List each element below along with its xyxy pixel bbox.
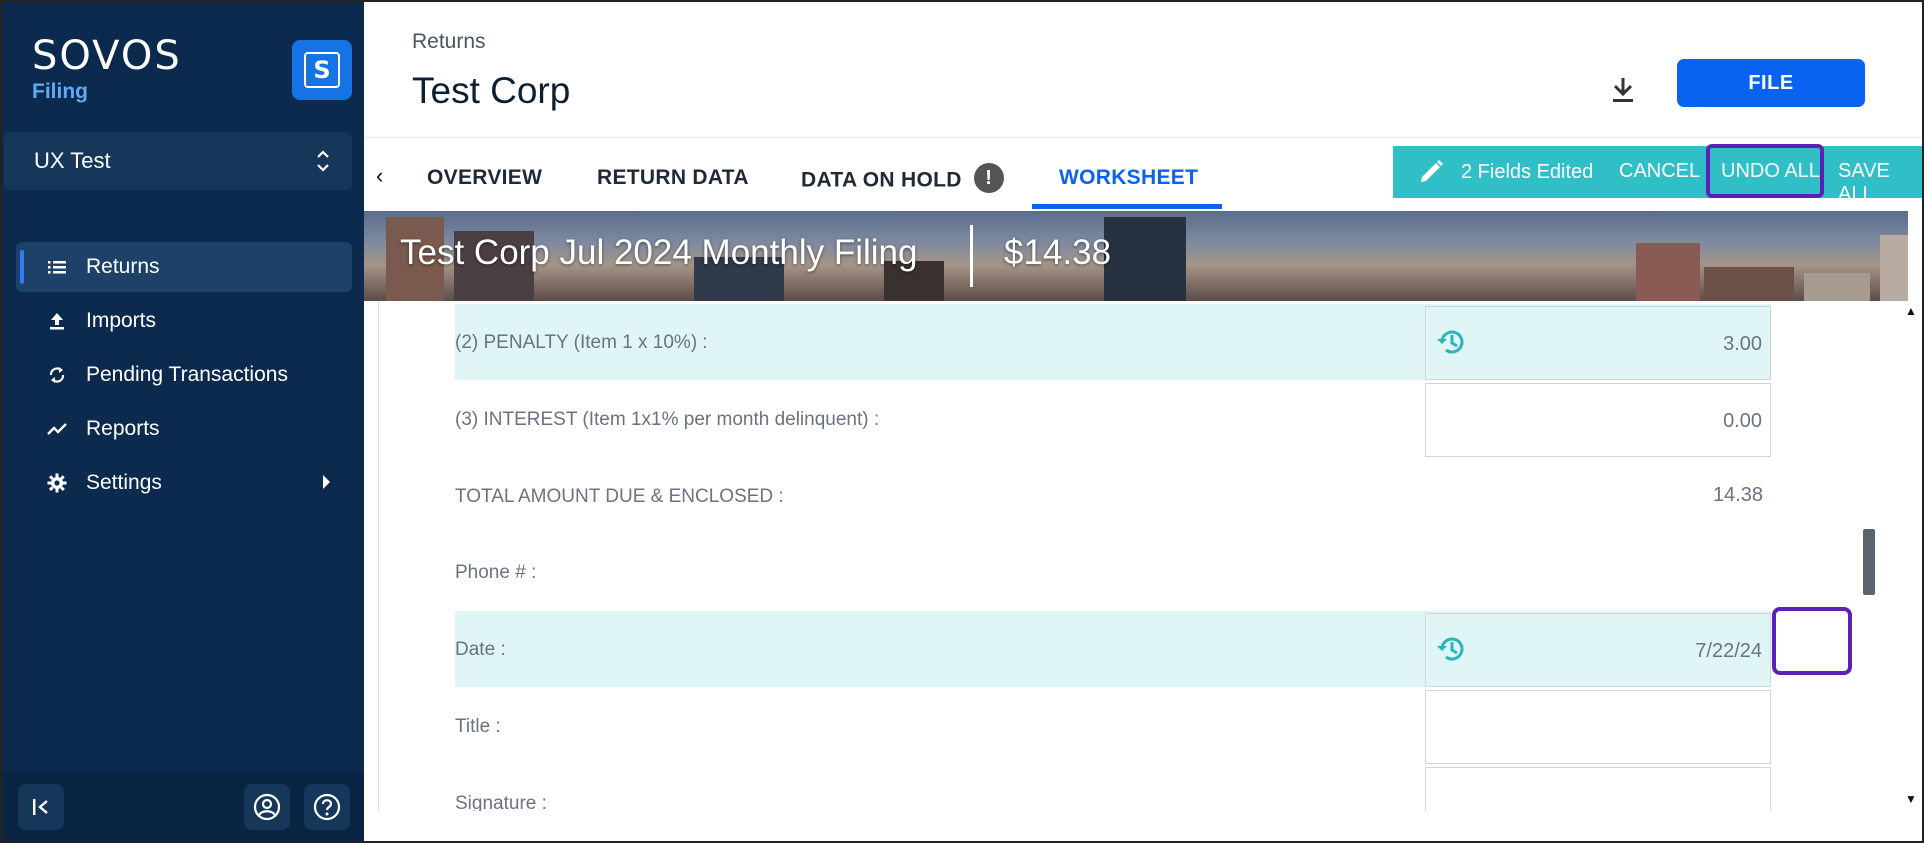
sidebar-item-imports[interactable]: Imports (16, 296, 352, 346)
upload-icon (46, 310, 68, 332)
penalty-field[interactable]: 3.00 (1425, 306, 1771, 380)
filing-amount: $14.38 (1004, 233, 1112, 272)
banner-building (1880, 235, 1908, 301)
sidebar-item-label: Imports (86, 309, 157, 332)
app-logo-icon[interactable]: S (292, 40, 352, 100)
collapse-icon (33, 799, 48, 815)
expand-collapse-icon (317, 150, 329, 172)
sync-icon (46, 364, 68, 386)
field-label: TOTAL AMOUNT DUE & ENCLOSED : (455, 486, 784, 507)
sidebar-item-returns[interactable]: Returns (16, 242, 352, 292)
gear-icon (46, 472, 68, 494)
tab-label: DATA ON HOLD (801, 168, 962, 192)
sidebar-item-label: Returns (86, 255, 160, 278)
history-icon-highlight (1772, 607, 1852, 675)
scrollbar[interactable] (1902, 301, 1922, 811)
active-tab-indicator (1032, 204, 1222, 209)
alert-icon: ! (973, 163, 1004, 193)
sidebar: SOVOS Filing S UX Test Returns Imports P… (2, 2, 364, 841)
banner-building (1704, 267, 1794, 301)
trend-icon (46, 418, 68, 440)
field-value: 7/22/24 (1695, 640, 1762, 662)
page-title: Test Corp (412, 70, 571, 111)
field-label: (3) INTEREST (Item 1x1% per month delinq… (455, 409, 880, 430)
sidebar-item-label: Settings (86, 471, 162, 494)
sidebar-nav: Returns Imports Pending Transactions Rep… (16, 242, 352, 512)
banner-divider (970, 225, 973, 287)
help-icon (313, 793, 341, 821)
worksheet-row: Title : (455, 688, 1771, 764)
brand: SOVOS Filing (32, 36, 182, 104)
banner-building (1804, 273, 1870, 301)
worksheet-row: Date : 7/22/24 (455, 611, 1771, 687)
sidebar-item-label: Reports (86, 417, 160, 440)
scroll-up-icon[interactable]: ▲ (1905, 304, 1917, 318)
tab-worksheet[interactable]: WORKSHEET (1059, 166, 1198, 190)
help-button[interactable] (304, 784, 350, 830)
history-icon[interactable] (1434, 325, 1468, 359)
field-label: Date : (455, 639, 506, 660)
sidebar-footer (2, 772, 364, 841)
tab-return-data[interactable]: RETURN DATA (597, 166, 749, 190)
sidebar-item-settings[interactable]: Settings (16, 458, 352, 508)
worksheet-row: TOTAL AMOUNT DUE & ENCLOSED : 14.38 (455, 458, 1771, 534)
date-field[interactable]: 7/22/24 (1425, 613, 1771, 687)
account-icon (253, 793, 281, 821)
download-icon[interactable] (1608, 74, 1638, 106)
history-icon[interactable] (1434, 632, 1468, 666)
title-field[interactable] (1425, 690, 1771, 764)
tab-data-on-hold[interactable]: DATA ON HOLD! (801, 163, 1004, 196)
undo-all-highlight (1706, 144, 1824, 198)
sidebar-item-label: Pending Transactions (86, 363, 288, 386)
field-label: Phone # : (455, 562, 537, 583)
app-window: SOVOS Filing S UX Test Returns Imports P… (0, 0, 1924, 843)
tabs-scroll-left-icon[interactable]: ‹ (376, 163, 383, 189)
interest-field[interactable]: 0.00 (1425, 383, 1771, 457)
field-label: Signature : (455, 793, 547, 811)
filing-banner: Test Corp Jul 2024 Monthly Filing $14.38 (364, 211, 1908, 301)
field-label: (2) PENALTY (Item 1 x 10%) : (455, 332, 708, 353)
total-value: 14.38 (1712, 484, 1763, 506)
filing-title: Test Corp Jul 2024 Monthly Filing (400, 233, 918, 272)
scroll-down-icon[interactable]: ▼ (1905, 792, 1917, 806)
edit-toolbar: 2 Fields Edited CANCEL UNDO ALL SAVE ALL (1393, 146, 1922, 205)
main-panel: Returns Test Corp FILE ‹ OVERVIEW RETURN… (364, 2, 1922, 841)
signature-field[interactable] (1425, 767, 1771, 811)
sidebar-item-pending-transactions[interactable]: Pending Transactions (16, 350, 352, 400)
field-value: 3.00 (1723, 333, 1762, 355)
scrollbar-thumb[interactable] (1863, 529, 1875, 595)
brand-name: SOVOS (32, 33, 182, 79)
worksheet-row: (3) INTEREST (Item 1x1% per month delinq… (455, 381, 1771, 457)
worksheet-row: Signature : (455, 765, 1771, 811)
tab-overview[interactable]: OVERVIEW (427, 166, 542, 190)
sidebar-item-reports[interactable]: Reports (16, 404, 352, 454)
worksheet-row: (2) PENALTY (Item 1 x 10%) : 3.00 (455, 304, 1771, 380)
brand-subtitle: Filing (32, 80, 88, 103)
file-button[interactable]: FILE (1677, 59, 1865, 107)
field-value: 0.00 (1723, 410, 1762, 432)
pencil-icon (1421, 160, 1443, 182)
cancel-button[interactable]: CANCEL (1619, 160, 1700, 183)
breadcrumb[interactable]: Returns (412, 30, 486, 54)
account-button[interactable] (244, 784, 290, 830)
field-label: Title : (455, 716, 501, 737)
save-all-button[interactable]: SAVE ALL (1838, 160, 1922, 206)
list-icon (46, 256, 68, 278)
fields-edited-count: 2 Fields Edited (1461, 160, 1594, 183)
logo-letter: S (304, 52, 340, 88)
banner-building (1636, 243, 1700, 301)
chevron-right-icon (323, 475, 330, 489)
workspace-name: UX Test (34, 148, 111, 173)
worksheet-content: (2) PENALTY (Item 1 x 10%) : 3.00 (3) IN… (378, 301, 1908, 811)
collapse-sidebar-button[interactable] (18, 784, 64, 830)
workspace-selector[interactable]: UX Test (4, 132, 352, 190)
banner-building (1104, 217, 1186, 301)
worksheet-row: Phone # : (455, 534, 1771, 610)
